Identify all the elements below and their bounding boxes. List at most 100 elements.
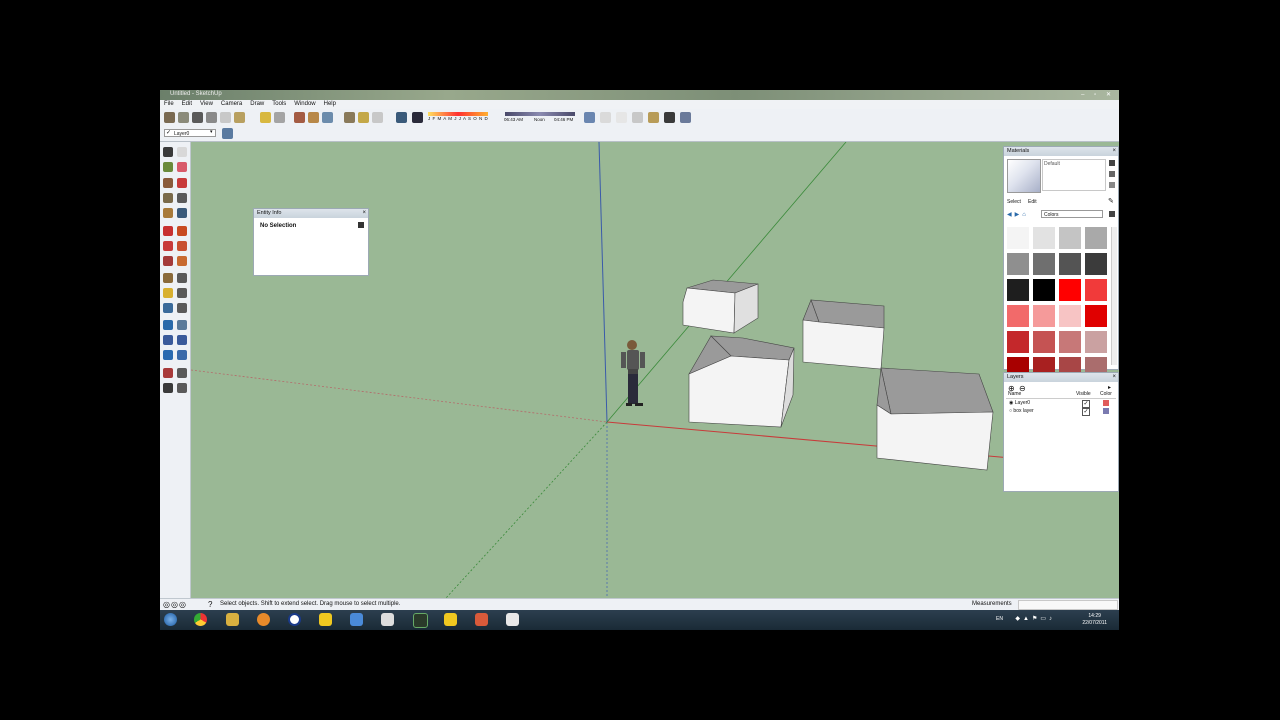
sample-paint-icon[interactable]: [1109, 182, 1115, 188]
explorer-icon[interactable]: [226, 613, 239, 626]
color-swatch[interactable]: [1033, 253, 1055, 275]
follow-me-tool-icon[interactable]: [177, 241, 187, 251]
color-swatch[interactable]: [1033, 305, 1055, 327]
app-runner-2-icon[interactable]: [444, 613, 457, 626]
eraser-icon[interactable]: [308, 112, 319, 123]
default-material-icon[interactable]: [1109, 171, 1115, 177]
close-icon[interactable]: ×: [1112, 147, 1116, 156]
menu-window[interactable]: Window: [290, 100, 319, 109]
box-2[interactable]: [802, 299, 885, 370]
xray-style-icon[interactable]: [584, 112, 595, 123]
zoom-extents-tool-icon[interactable]: [163, 350, 173, 360]
menu-draw[interactable]: Draw: [246, 100, 268, 109]
section-plane-tool-icon[interactable]: [177, 383, 187, 393]
language-indicator[interactable]: EN: [996, 616, 1003, 622]
layers-header[interactable]: Layers ×: [1004, 373, 1118, 382]
measurements-input[interactable]: [1018, 600, 1118, 610]
color-swatch[interactable]: [1085, 253, 1107, 275]
offset-tool-icon[interactable]: [177, 256, 187, 266]
menu-tools[interactable]: Tools: [268, 100, 290, 109]
color-swatch[interactable]: [1059, 279, 1081, 301]
color-swatch[interactable]: [1007, 279, 1029, 301]
color-swatch[interactable]: [1059, 253, 1081, 275]
color-swatch[interactable]: [1085, 279, 1107, 301]
position-camera-tool-icon[interactable]: [163, 368, 173, 378]
3d-text-tool-icon[interactable]: [177, 303, 187, 313]
walk-tool-icon[interactable]: [177, 368, 187, 378]
arc-tool-icon[interactable]: [177, 193, 187, 203]
color-swatch[interactable]: [1007, 227, 1029, 249]
fog-icon[interactable]: [412, 112, 423, 123]
paint-bucket-icon[interactable]: [294, 112, 305, 123]
move-tool-icon[interactable]: [163, 226, 173, 236]
back-view-icon[interactable]: [234, 112, 245, 123]
select-tool-icon[interactable]: [163, 147, 173, 157]
window-titlebar[interactable]: Untitled - SketchUp – ▫ ✕: [160, 90, 1119, 100]
push-pull-tool-icon[interactable]: [177, 226, 187, 236]
color-swatch[interactable]: [1007, 253, 1029, 275]
axes-tool-icon[interactable]: [163, 303, 173, 313]
color-swatch[interactable]: [1033, 227, 1055, 249]
color-swatch[interactable]: [1059, 305, 1081, 327]
section-icon[interactable]: [372, 112, 383, 123]
hidden-line-style-icon[interactable]: [616, 112, 627, 123]
layer-visible-checkbox[interactable]: ✓: [1082, 408, 1090, 416]
text-tool-icon[interactable]: [177, 288, 187, 298]
box-1[interactable]: [682, 279, 759, 334]
library-dropdown[interactable]: Colors: [1041, 210, 1103, 218]
taskbar-clock[interactable]: 14:29 22/07/2011: [1082, 613, 1107, 627]
material-name-field[interactable]: Default: [1042, 159, 1106, 191]
details-arrow-icon[interactable]: [1109, 211, 1115, 217]
textured-style-icon[interactable]: [648, 112, 659, 123]
box-4[interactable]: [876, 367, 994, 471]
app-camera-icon[interactable]: [506, 613, 519, 626]
pan-tool-icon[interactable]: [177, 320, 187, 330]
freehand-tool-icon[interactable]: [177, 208, 187, 218]
paint-tool-icon[interactable]: [163, 162, 173, 172]
new-file-icon[interactable]: [164, 112, 175, 123]
group-icon[interactable]: [358, 112, 369, 123]
menu-edit[interactable]: Edit: [178, 100, 196, 109]
scale-tool-icon[interactable]: [163, 256, 173, 266]
box-style-icon[interactable]: [680, 112, 691, 123]
rotate-tool-icon[interactable]: [163, 241, 173, 251]
create-material-icon[interactable]: [1109, 160, 1115, 166]
previous-view-tool-icon[interactable]: [177, 350, 187, 360]
color-swatch[interactable]: [1033, 279, 1055, 301]
menu-camera[interactable]: Camera: [217, 100, 246, 109]
tape-measure-icon[interactable]: [322, 112, 333, 123]
close-icon[interactable]: ×: [1112, 373, 1116, 382]
color-swatch[interactable]: [1007, 331, 1029, 353]
layer-details-icon[interactable]: ▸: [1108, 384, 1111, 391]
line-tool-icon[interactable]: [177, 178, 187, 188]
tray-icons[interactable]: ◆▲⚑▭♪: [1015, 615, 1055, 622]
layer-dropdown[interactable]: Layer0: [164, 129, 216, 137]
front-view-icon[interactable]: [206, 112, 217, 123]
share-model-icon[interactable]: [274, 112, 285, 123]
layer-visible-checkbox[interactable]: ✓: [1082, 400, 1090, 408]
media-player-icon[interactable]: [257, 613, 270, 626]
entity-info-header[interactable]: Entity Info ×: [254, 209, 368, 218]
iso-view-icon[interactable]: [178, 112, 189, 123]
tab-select[interactable]: Select: [1007, 199, 1021, 205]
eraser-tool-icon[interactable]: [177, 162, 187, 172]
make-component-icon[interactable]: [177, 147, 187, 157]
close-icon[interactable]: ×: [362, 209, 366, 218]
tape-tool-icon[interactable]: [163, 273, 173, 283]
color-swatch[interactable]: [1085, 305, 1107, 327]
swatch-scrollbar[interactable]: [1111, 227, 1117, 365]
start-button-icon[interactable]: [164, 613, 177, 626]
protractor-tool-icon[interactable]: [163, 288, 173, 298]
eyedropper-icon[interactable]: ✎: [1108, 197, 1114, 205]
rectangle-tool-icon[interactable]: [163, 178, 173, 188]
wireframe-style-icon[interactable]: [600, 112, 611, 123]
help-icon[interactable]: ?: [208, 600, 212, 609]
layer-manager-icon[interactable]: [222, 128, 233, 139]
get-models-icon[interactable]: [260, 112, 271, 123]
zoom-window-tool-icon[interactable]: [177, 335, 187, 345]
shaded-style-icon[interactable]: [632, 112, 643, 123]
app-u-icon[interactable]: [288, 613, 301, 626]
zoom-tool-icon[interactable]: [163, 335, 173, 345]
status-icons[interactable]: ◎◎◎: [163, 600, 187, 609]
chrome-icon[interactable]: [194, 613, 207, 626]
